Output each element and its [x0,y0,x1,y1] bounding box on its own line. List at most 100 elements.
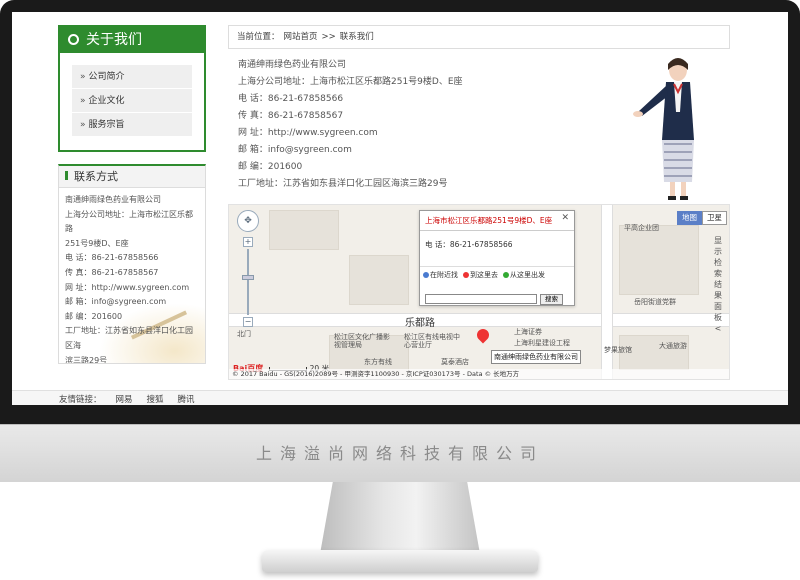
contact-panel: 联系方式 南通绅雨绿色药业有限公司 上海分公司地址：上海市松江区乐都路 251号… [58,164,206,364]
menu-item-service[interactable]: » 服务宗旨 [72,113,192,137]
contact-details: 南通绅雨绿色药业有限公司 上海分公司地址：上海市松江区乐都路 251号9楼D、E… [59,188,205,364]
contact-line: 251号9楼D、E座 [65,238,129,248]
breadcrumb-separator: >> [321,32,336,42]
map-marker-label[interactable]: 南通绅雨绿色药业有限公司 [491,350,581,364]
friendly-links-label: 友情链接： [59,395,102,405]
zoom-out-button[interactable]: − [243,317,253,327]
info-line: 邮 编：201600 [238,162,303,172]
about-us-panel: 关于我们 » 公司简介 » 企业文化 » 服务宗旨 [58,25,206,152]
tab-label: 到这里去 [470,271,498,279]
contact-line: 网 址：http://www.sygreen.com [65,282,190,292]
panel-char: 面 [714,302,722,311]
panel-char: 果 [714,291,722,300]
breadcrumb-prefix: 当前位置： [237,32,280,42]
double-arrow-icon: » [80,120,86,130]
contact-title: 联系方式 [74,170,118,183]
info-line: 电 话：86-21-67858566 [238,94,344,104]
info-line: 网 址：http://www.sygreen.com [238,128,378,138]
breadcrumb-home-link[interactable]: 网站首页 [284,32,318,42]
contact-line: 邮 编：201600 [65,311,123,321]
menu-item-culture[interactable]: » 企业文化 [72,89,192,113]
map-place-label: 北门 [237,330,251,338]
map-place-label: 大通旅游 [659,342,687,350]
about-us-title: 关于我们 [86,32,142,48]
double-arrow-icon: » [80,96,86,106]
contact-line: 滨三路29号 [65,355,108,364]
map-marker-icon[interactable] [474,326,492,344]
zoom-track [247,249,249,315]
contact-info: 南通绅雨绿色药业有限公司 上海分公司地址：上海市松江区乐都路251号9楼D、E座… [238,57,598,193]
map-place-label: 梦果旅馆 [604,346,632,354]
about-us-header: 关于我们 [60,27,204,53]
panel-char: < [714,324,722,333]
map-type-satellite-button[interactable]: 卫星 [702,211,727,225]
pin-icon [463,272,469,278]
menu-item-label: 企业文化 [88,96,125,106]
info-line: 工厂地址：江苏省如东县洋口化工园区海滨三路29号 [238,179,448,189]
tab-label: 从这里出发 [510,271,545,279]
map-place-label: 东方有线 [364,358,392,366]
panel-char: 检 [714,258,722,267]
info-line: 上海分公司地址：上海市松江区乐都路251号9楼D、E座 [238,77,463,87]
map-info-window: 上海市松江区乐都路251号9楼D、E座 ✕ 电 话：86-21-67858566… [419,210,575,306]
friendly-links: 友情链接： 网易 搜狐 腾讯 [12,396,788,405]
tab-label: 在附近找 [430,271,458,279]
zoom-handle[interactable] [242,275,254,280]
route-from-here-tab[interactable]: 从这里出发 [503,270,545,280]
map-place-label: 上海证券 [514,328,542,336]
map-type-switch: 地图 卫星 [677,211,727,225]
monitor-brand-text: 上海溢尚网络科技有限公司 [255,444,544,463]
contact-line: 邮 箱：info@sygreen.com [65,297,167,307]
map-copyright: © 2017 Baidu - GS(2016)2089号 - 甲测资字11009… [229,369,729,379]
results-panel-toggle[interactable]: 显 示 检 索 结 果 面 板 < [713,235,723,334]
panel-char: 示 [714,247,722,256]
map-block [269,210,339,250]
breadcrumb-current: 联系我们 [339,32,374,42]
hostess-image [633,58,694,200]
map-zoom-slider[interactable]: + − [242,237,254,327]
contact-line: 电 话：86-21-67858566 [65,253,159,263]
map-type-map-button[interactable]: 地图 [677,211,702,225]
contact-line: 工厂地址：江苏省如东县洋口化工园区海 [65,326,193,350]
about-us-menu: » 公司简介 » 企业文化 » 服务宗旨 [60,53,204,137]
road-name: 乐都路 [405,318,435,329]
monitor-stand-neck [320,482,480,554]
circle-icon [68,34,79,45]
nearby-search-input[interactable] [425,294,537,304]
info-window-tabs: 在附近找 到这里去 从这里出发 [420,266,574,283]
friendly-link[interactable]: 搜狐 [147,395,164,405]
menu-item-label: 公司简介 [88,72,125,82]
menu-item-label: 服务宗旨 [88,120,125,130]
monitor-screen: 关于我们 » 公司简介 » 企业文化 » 服务宗旨 联系方式 南通绅雨绿色药业有限公司… [12,12,788,405]
menu-item-company-profile[interactable]: » 公司简介 [72,65,192,89]
info-line: 南通绅雨绿色药业有限公司 [238,60,347,70]
panel-char: 索 [714,269,722,278]
close-icon[interactable]: ✕ [561,213,569,223]
map-place-label: 莫泰酒店 [441,358,469,366]
map-block [619,225,699,295]
breadcrumb: 当前位置： 网站首页 >> 联系我们 [228,25,730,49]
search-icon [423,272,429,278]
baidu-map[interactable]: 乐都路 平高企业团 岳阳街道党群 松江区文化广播影视管理局 松江区有线电视中心营… [228,204,730,380]
map-place-label: 岳阳街道党群 [634,298,676,306]
friendly-link[interactable]: 腾讯 [178,395,195,405]
contact-line: 南通绅雨绿色药业有限公司 [65,195,161,204]
contact-line: 上海分公司地址：上海市松江区乐都路 [65,209,193,234]
pin-icon [503,272,509,278]
zoom-in-button[interactable]: + [243,237,253,247]
friendly-link[interactable]: 网易 [116,395,133,405]
panel-char: 结 [714,280,722,289]
bar-icon [65,171,68,180]
monitor-stand-base [262,550,538,572]
map-block [349,255,409,305]
road [229,313,729,327]
panel-char: 板 [714,313,722,322]
route-to-here-tab[interactable]: 到这里去 [463,270,498,280]
info-window-phone: 电 话：86-21-67858566 [425,240,513,249]
map-place-label: 平高企业团 [624,224,659,232]
map-place-label: 松江区文化广播影视管理局 [334,333,390,349]
nearby-search-tab[interactable]: 在附近找 [423,270,458,280]
map-pan-control[interactable]: ✥ [237,210,259,232]
map-place-label: 松江区有线电视中心营业厅 [404,333,460,349]
search-button[interactable]: 搜索 [540,294,563,305]
